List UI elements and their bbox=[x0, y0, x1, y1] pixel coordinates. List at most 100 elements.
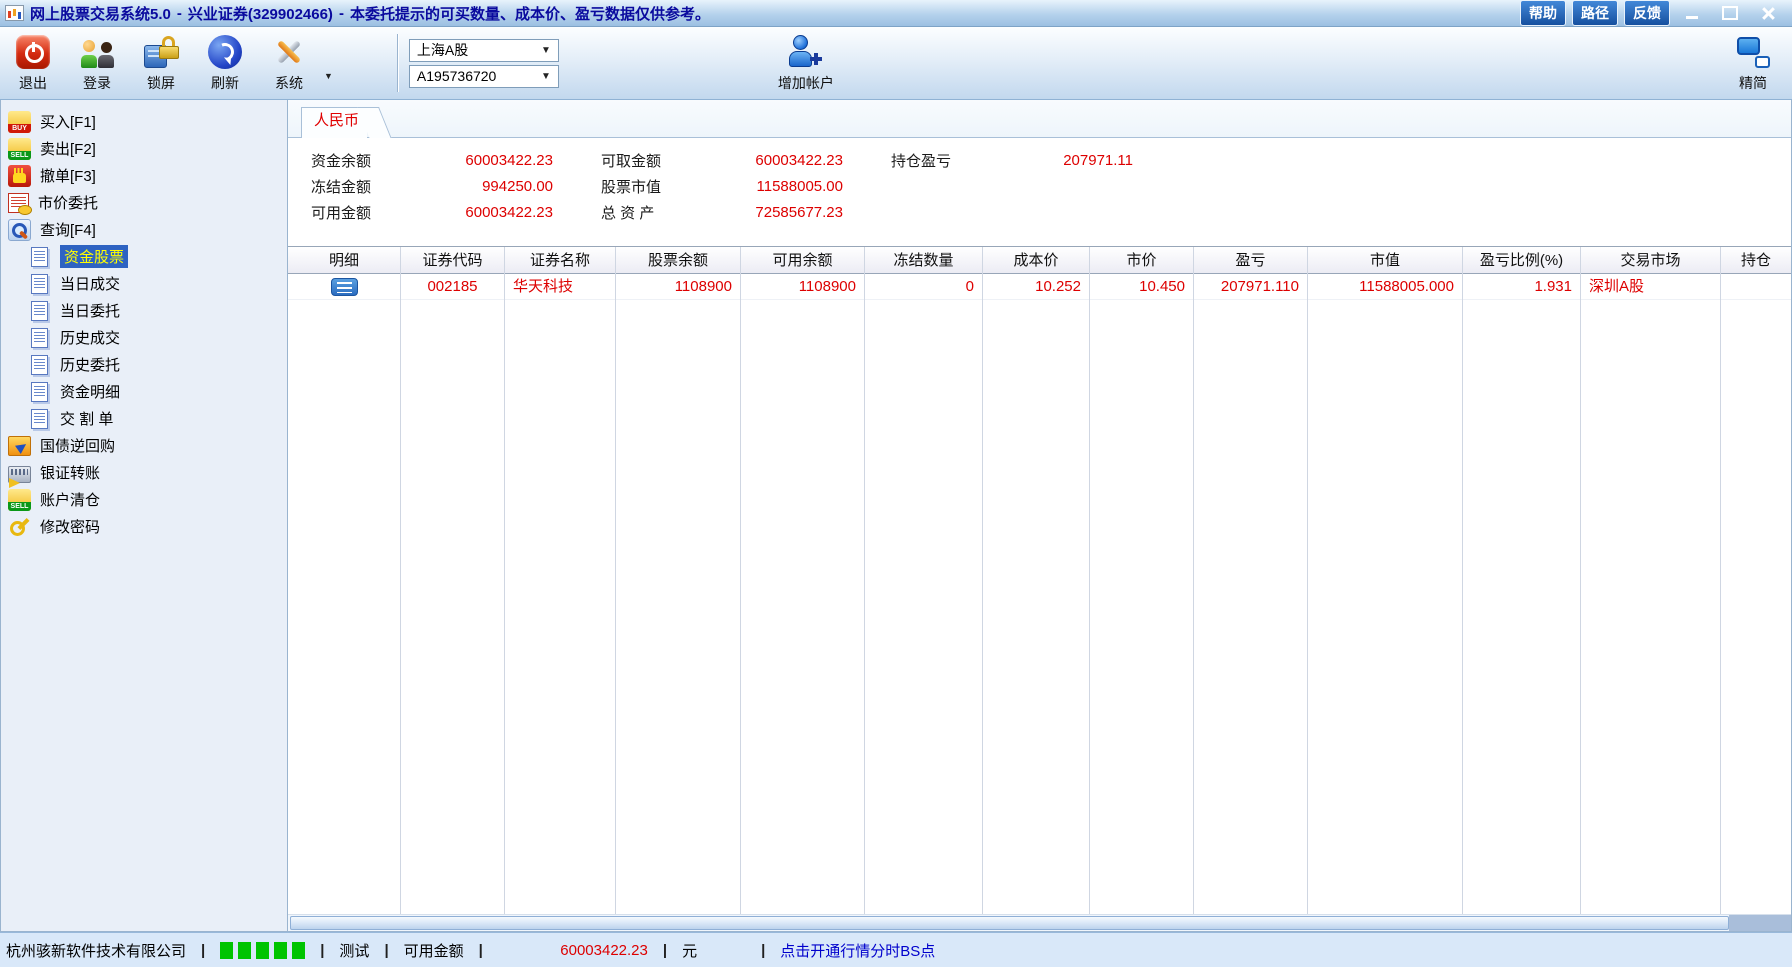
sidebar-item-today-deals[interactable]: 当日成交 bbox=[1, 270, 287, 297]
simplify-icon bbox=[1735, 34, 1771, 70]
exit-button[interactable]: 退出 bbox=[4, 34, 62, 93]
bank-transfer-icon bbox=[8, 466, 31, 483]
separator: | bbox=[384, 942, 388, 959]
summary-value: 11588005.00 bbox=[671, 178, 843, 195]
sidebar-item-bond-repo[interactable]: 国债逆回购 bbox=[1, 432, 287, 459]
sidebar-item-history-deals[interactable]: 历史成交 bbox=[1, 324, 287, 351]
add-account-button[interactable]: 增加帐户 bbox=[777, 34, 835, 93]
system-dropdown-caret-icon[interactable]: ▼ bbox=[324, 71, 333, 81]
column-header[interactable]: 市值 bbox=[1308, 247, 1462, 274]
sidebar-item-today-orders[interactable]: 当日委托 bbox=[1, 297, 287, 324]
doc-icon bbox=[31, 301, 48, 321]
column-header[interactable]: 交易市场 bbox=[1581, 247, 1720, 274]
doc-icon bbox=[31, 328, 48, 348]
sidebar-item-bank-transfer[interactable]: 银证转账 bbox=[1, 459, 287, 486]
login-users-icon bbox=[79, 34, 115, 70]
summary-value: 72585677.23 bbox=[671, 204, 843, 221]
refresh-icon bbox=[207, 34, 243, 70]
separator: | bbox=[201, 942, 205, 959]
column-header[interactable]: 盈亏比例(%) bbox=[1463, 247, 1580, 274]
help-button[interactable]: 帮助 bbox=[1520, 0, 1566, 26]
sidebar-item-history-orders[interactable]: 历史委托 bbox=[1, 351, 287, 378]
account-select[interactable]: A195736720 ▼ bbox=[409, 65, 559, 88]
col-detail: 明细 bbox=[288, 247, 401, 914]
sidebar-item-label: 撤单[F3] bbox=[40, 165, 96, 186]
query-icon bbox=[8, 219, 31, 241]
connection-blocks-icon bbox=[220, 942, 305, 959]
column-header[interactable]: 证券代码 bbox=[401, 247, 504, 274]
sidebar-item-fund-details[interactable]: 资金明细 bbox=[1, 378, 287, 405]
col-name: 证券名称 华天科技 bbox=[505, 247, 616, 914]
sidebar-item-funds-stocks[interactable]: 资金股票 bbox=[1, 243, 287, 270]
refresh-label: 刷新 bbox=[211, 73, 239, 93]
toolbar: 退出 登录 锁屏 刷新 系统 ▼ 上海A股 ▼ A195736720 ▼ 增加帐… bbox=[0, 27, 1792, 100]
column-header[interactable]: 明细 bbox=[288, 247, 400, 274]
column-header[interactable]: 可用余额 bbox=[741, 247, 864, 274]
column-header[interactable]: 持仓 bbox=[1721, 247, 1791, 274]
sidebar-item-label: 历史成交 bbox=[60, 327, 120, 348]
column-header[interactable]: 股票余额 bbox=[616, 247, 740, 274]
system-label: 系统 bbox=[275, 73, 303, 93]
sidebar-item-label: 当日委托 bbox=[60, 300, 120, 321]
col-pnl-ratio: 盈亏比例(%) 1.931 bbox=[1463, 247, 1581, 914]
app-logo-icon bbox=[5, 5, 24, 21]
summary-value: 60003422.23 bbox=[381, 204, 553, 221]
open-quotes-link[interactable]: 点击开通行情分时BS点 bbox=[780, 940, 935, 961]
column-header[interactable]: 成本价 bbox=[983, 247, 1089, 274]
login-button[interactable]: 登录 bbox=[68, 34, 126, 93]
column-header[interactable]: 市价 bbox=[1090, 247, 1193, 274]
column-header[interactable]: 盈亏 bbox=[1194, 247, 1307, 274]
separator: | bbox=[479, 942, 483, 959]
separator: | bbox=[663, 942, 667, 959]
password-key-icon bbox=[8, 516, 31, 538]
minimize-icon[interactable] bbox=[1676, 3, 1708, 23]
table-cell: 华天科技 bbox=[505, 274, 615, 300]
title-dash: - bbox=[177, 5, 182, 22]
selectors: 上海A股 ▼ A195736720 ▼ bbox=[409, 39, 559, 88]
detail-list-icon[interactable] bbox=[331, 278, 358, 296]
account-summary: 资金余额 60003422.23 可取金额 60003422.23 持仓盈亏 2… bbox=[288, 138, 1791, 246]
sidebar-item-change-password[interactable]: 修改密码 bbox=[1, 513, 287, 540]
path-button[interactable]: 路径 bbox=[1572, 0, 1618, 26]
doc-icon bbox=[31, 382, 48, 402]
sidebar-item-sell[interactable]: 卖出[F2] bbox=[1, 135, 287, 162]
currency-unit: 元 bbox=[682, 940, 697, 961]
table-cell: 002185 bbox=[401, 274, 504, 300]
scrollbar-thumb[interactable] bbox=[290, 916, 1729, 930]
repo-icon bbox=[8, 436, 31, 456]
sidebar-item-label: 账户清仓 bbox=[40, 489, 100, 510]
system-button[interactable]: 系统 bbox=[260, 34, 318, 93]
tab-strip: 人民币 bbox=[288, 100, 1791, 138]
simplify-button[interactable]: 精简 bbox=[1724, 34, 1782, 93]
content: 买入[F1] 卖出[F2] 撤单[F3] 市价委托 查询[F4] 资金股票 当日… bbox=[0, 100, 1792, 932]
sidebar-item-statements[interactable]: 交 割 单 bbox=[1, 405, 287, 432]
status-bar: 杭州骇新软件技术有限公司 | | 测试 | 可用金额 | 60003422.23… bbox=[0, 932, 1792, 967]
market-select[interactable]: 上海A股 ▼ bbox=[409, 39, 559, 62]
feedback-button[interactable]: 反馈 bbox=[1624, 0, 1670, 26]
column-header[interactable]: 证券名称 bbox=[505, 247, 615, 274]
sidebar-item-market-order[interactable]: 市价委托 bbox=[1, 189, 287, 216]
table-cell bbox=[1721, 274, 1791, 300]
sidebar-item-clear-position[interactable]: 账户清仓 bbox=[1, 486, 287, 513]
table-cell: 207971.110 bbox=[1194, 274, 1307, 300]
title-dash2: - bbox=[339, 5, 344, 22]
sidebar-item-query[interactable]: 查询[F4] bbox=[1, 216, 287, 243]
refresh-button[interactable]: 刷新 bbox=[196, 34, 254, 93]
lock-screen-button[interactable]: 锁屏 bbox=[132, 34, 190, 93]
sidebar-item-cancel-order[interactable]: 撤单[F3] bbox=[1, 162, 287, 189]
title-notice: 本委托提示的可买数量、成本价、盈亏数据仅供参考。 bbox=[350, 3, 710, 24]
simplify-label: 精简 bbox=[1739, 73, 1767, 93]
col-frozen: 冻结数量 0 bbox=[865, 247, 983, 914]
cancel-order-icon bbox=[8, 165, 31, 187]
close-icon[interactable] bbox=[1752, 3, 1784, 23]
maximize-icon[interactable] bbox=[1714, 3, 1746, 23]
horizontal-scrollbar[interactable] bbox=[288, 914, 1791, 931]
tab-rmb[interactable]: 人民币 bbox=[301, 107, 367, 138]
summary-value: 207971.11 bbox=[961, 152, 1133, 169]
summary-value: 994250.00 bbox=[381, 178, 553, 195]
positions-table: 明细 证券代码 002185 证券名称 华天科技 股票余额 1108900 可用… bbox=[288, 246, 1791, 914]
sidebar-item-buy[interactable]: 买入[F1] bbox=[1, 108, 287, 135]
sidebar-item-label: 交 割 单 bbox=[60, 408, 113, 429]
sidebar-item-label: 国债逆回购 bbox=[40, 435, 115, 456]
column-header[interactable]: 冻结数量 bbox=[865, 247, 982, 274]
